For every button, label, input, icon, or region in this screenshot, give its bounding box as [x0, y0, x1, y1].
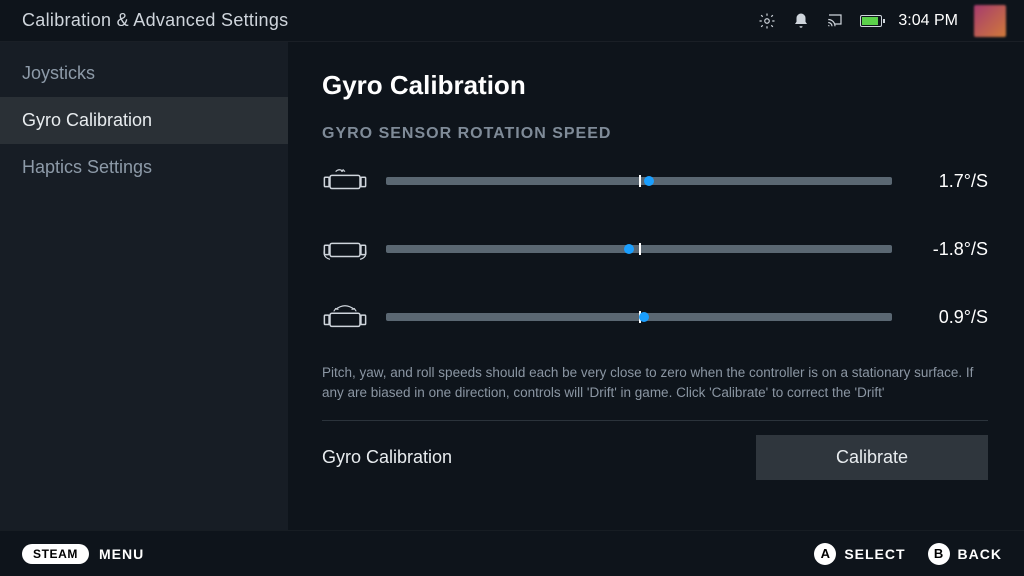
pitch-thumb[interactable]: [644, 176, 654, 186]
calibrate-button[interactable]: Calibrate: [756, 435, 988, 480]
calibration-row: Gyro Calibration Calibrate: [322, 435, 988, 480]
a-button-icon: A: [814, 543, 836, 565]
hint-select: A SELECT: [814, 543, 905, 565]
section-title: GYRO SENSOR ROTATION SPEED: [322, 125, 988, 143]
b-button-icon: B: [928, 543, 950, 565]
description-text: Pitch, yaw, and roll speeds should each …: [322, 363, 988, 402]
sidebar-item-haptics-settings[interactable]: Haptics Settings: [0, 144, 288, 191]
pitch-icon: [322, 165, 368, 197]
roll-icon: [322, 233, 368, 265]
gyro-axis-pitch: 1.7°/S: [322, 165, 988, 197]
sidebar-item-joysticks[interactable]: Joysticks: [0, 50, 288, 97]
bottom-bar: STEAM MENU A SELECT B BACK: [0, 530, 1024, 576]
gyro-axis-roll: -1.8°/S: [322, 233, 988, 265]
roll-value: -1.8°/S: [910, 239, 988, 260]
sidebar-item-gyro-calibration[interactable]: Gyro Calibration: [0, 97, 288, 144]
hint-select-label: SELECT: [844, 546, 905, 562]
divider: [322, 420, 988, 421]
roll-thumb[interactable]: [624, 244, 634, 254]
calibration-label: Gyro Calibration: [322, 447, 732, 468]
cast-icon[interactable]: [826, 12, 844, 30]
roll-slider[interactable]: [386, 245, 892, 253]
steam-pill: STEAM: [22, 544, 89, 564]
pitch-value: 1.7°/S: [910, 171, 988, 192]
page-breadcrumb: Calibration & Advanced Settings: [22, 10, 758, 31]
page-title: Gyro Calibration: [322, 70, 988, 101]
yaw-thumb[interactable]: [639, 312, 649, 322]
yaw-slider[interactable]: [386, 313, 892, 321]
status-bar: 3:04 PM: [758, 5, 1006, 37]
menu-label: MENU: [99, 546, 144, 562]
gyro-axis-yaw: 0.9°/S: [322, 301, 988, 333]
steam-menu-button[interactable]: STEAM MENU: [22, 544, 144, 564]
pitch-slider[interactable]: [386, 177, 892, 185]
avatar[interactable]: [974, 5, 1006, 37]
hint-back-label: BACK: [958, 546, 1002, 562]
sidebar: Joysticks Gyro Calibration Haptics Setti…: [0, 42, 288, 530]
battery-icon: [860, 15, 882, 27]
clock: 3:04 PM: [898, 12, 958, 30]
yaw-icon: [322, 301, 368, 333]
top-bar: Calibration & Advanced Settings 3:04 PM: [0, 0, 1024, 42]
hint-back: B BACK: [928, 543, 1002, 565]
notification-icon[interactable]: [792, 12, 810, 30]
main-panel: Gyro Calibration GYRO SENSOR ROTATION SP…: [288, 42, 1024, 530]
yaw-value: 0.9°/S: [910, 307, 988, 328]
settings-icon[interactable]: [758, 12, 776, 30]
